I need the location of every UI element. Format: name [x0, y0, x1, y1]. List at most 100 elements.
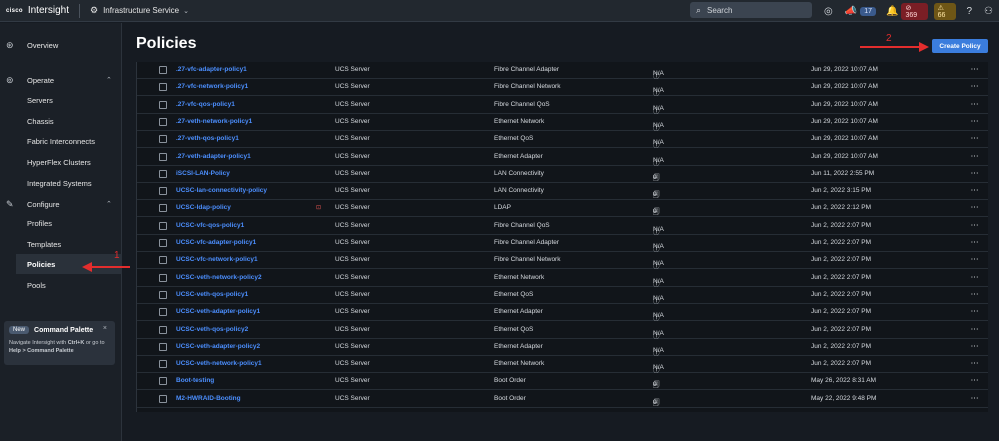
row-checkbox[interactable]	[159, 117, 167, 126]
table-row[interactable]: UCSC-veth-network-policy2 UCS Server Ether…	[137, 270, 988, 288]
row-actions-menu-icon[interactable]: ···	[971, 326, 979, 333]
sidebar-item-chassis[interactable]: Chassis	[0, 111, 122, 131]
policy-name-link[interactable]: UCSC-ldap-policy	[176, 204, 231, 211]
row-actions-menu-icon[interactable]: ···	[971, 153, 979, 160]
announcements-badge[interactable]: 17	[860, 6, 876, 16]
row-actions-menu-icon[interactable]: ···	[971, 187, 979, 194]
policy-name-link[interactable]: Boot-testing	[176, 377, 214, 384]
row-checkbox[interactable]	[159, 83, 167, 92]
command-palette-card[interactable]: New Command Palette × Navigate Intersigh…	[4, 321, 115, 365]
policy-name-link[interactable]: .27-vfc-adapter-policy1	[176, 66, 247, 73]
table-row[interactable]: UCSC-veth-adapter-policy2 UCS Server Ether…	[137, 339, 988, 357]
row-actions-menu-icon[interactable]: ···	[971, 222, 979, 229]
logo[interactable]: cisco Intersight	[6, 5, 69, 16]
table-row[interactable]: UCSC-vfc-qos-policy1 UCS Server Fibre Chan…	[137, 218, 988, 236]
row-actions-menu-icon[interactable]: ···	[971, 360, 979, 367]
table-row[interactable]: UCSC-vfc-adapter-policy1 UCS Server Fibre …	[137, 235, 988, 253]
row-checkbox[interactable]	[159, 66, 167, 74]
row-checkbox[interactable]	[159, 100, 167, 109]
policy-name-link[interactable]: .27-vfc-network-policy1	[176, 83, 248, 90]
row-actions-menu-icon[interactable]: ···	[971, 291, 979, 298]
service-selector[interactable]: ⚙ Infrastructure Service ⌄	[90, 5, 189, 16]
table-row[interactable]: UCSC-veth-network-policy1 UCS Server Ether…	[137, 356, 988, 374]
search-input[interactable]: ⌕ Search	[690, 2, 812, 18]
row-checkbox[interactable]	[159, 135, 167, 144]
table-row[interactable]: iSCSI-LAN-Policy UCS Server LAN Connectivi…	[137, 166, 988, 183]
row-actions-menu-icon[interactable]: ···	[971, 377, 979, 384]
row-actions-menu-icon[interactable]: ···	[971, 170, 979, 177]
policy-name-link[interactable]: .27-veth-qos-policy1	[176, 135, 239, 142]
row-checkbox[interactable]	[159, 256, 167, 265]
row-actions-menu-icon[interactable]: ···	[971, 256, 979, 263]
table-row[interactable]: .27-veth-qos-policy1 UCS Server Ethernet Q…	[137, 131, 988, 149]
sidebar-item-integrated-systems[interactable]: Integrated Systems	[0, 173, 122, 193]
row-checkbox[interactable]	[159, 308, 167, 317]
table-row[interactable]: UCSC-veth-qos-policy2 UCS Server Ethernet …	[137, 322, 988, 340]
critical-alarms-badge[interactable]: ⊘ 369	[901, 2, 928, 20]
sidebar-item-hyperflex-clusters[interactable]: HyperFlex Clusters	[0, 152, 122, 172]
row-checkbox[interactable]	[159, 360, 167, 369]
table-row[interactable]: .27-vfc-network-policy1 UCS Server Fibre C…	[137, 79, 988, 97]
announcements-icon[interactable]: 📣	[845, 6, 857, 17]
row-checkbox[interactable]	[159, 290, 167, 299]
row-actions-menu-icon[interactable]: ···	[971, 135, 979, 142]
row-actions-menu-icon[interactable]: ···	[971, 118, 979, 125]
sidebar-item-templates[interactable]: Templates	[0, 234, 122, 254]
row-actions-menu-icon[interactable]: ···	[971, 239, 979, 246]
policy-name-link[interactable]: M2-HWRAID-Booting	[176, 395, 241, 402]
row-checkbox[interactable]	[159, 239, 167, 247]
table-row[interactable]: Boot-testing UCS Server Boot Order 0 🗐 May 2…	[137, 373, 988, 391]
row-checkbox[interactable]	[159, 204, 167, 213]
warning-alarms-badge[interactable]: ⚠ 66	[933, 2, 957, 20]
policy-name-link[interactable]: UCSC-veth-network-policy1	[176, 360, 262, 367]
row-actions-menu-icon[interactable]: ···	[971, 83, 979, 90]
policy-name-link[interactable]: UCSC-veth-adapter-policy1	[176, 308, 260, 315]
sidebar-item-profiles[interactable]: Profiles	[0, 213, 122, 233]
policy-name-link[interactable]: .27-veth-adapter-policy1	[176, 153, 251, 160]
row-actions-menu-icon[interactable]: ···	[971, 308, 979, 315]
table-row[interactable]: UCSC-vfc-network-policy1 UCS Server Fibre …	[137, 252, 988, 270]
policy-name-link[interactable]: iSCSI-LAN-Policy	[176, 170, 230, 177]
row-actions-menu-icon[interactable]: ···	[971, 343, 979, 350]
sidebar-item-overview[interactable]: ⊛ Overview	[0, 35, 122, 55]
table-row[interactable]: .27-vfc-adapter-policy1 UCS Server Fibre C…	[137, 62, 988, 80]
policy-name-link[interactable]: UCSC-veth-qos-policy1	[176, 291, 248, 298]
sidebar-group-configure[interactable]: ✎ Configure ⌃	[0, 194, 122, 214]
row-actions-menu-icon[interactable]: ···	[971, 66, 979, 73]
row-checkbox[interactable]	[159, 394, 167, 403]
table-row[interactable]: .27-veth-adapter-policy1 UCS Server Ethern…	[137, 149, 988, 167]
policy-name-link[interactable]: UCSC-lan-connectivity-policy	[176, 187, 267, 194]
policy-name-link[interactable]: UCSC-veth-qos-policy2	[176, 326, 248, 333]
table-row[interactable]: UCSC-veth-adapter-policy1 UCS Server Ether…	[137, 304, 988, 322]
table-row[interactable]: .27-vfc-qos-policy1 UCS Server Fibre Chann…	[137, 97, 988, 115]
row-checkbox[interactable]	[159, 187, 167, 196]
report-icon[interactable]: 🗐	[653, 399, 660, 410]
tasks-icon[interactable]: ◎	[824, 6, 833, 17]
help-icon[interactable]: ?	[966, 6, 972, 17]
table-row[interactable]: UCSC-veth-qos-policy1 UCS Server Ethernet …	[137, 287, 988, 305]
row-checkbox[interactable]	[159, 342, 167, 351]
user-icon[interactable]: ⚇	[984, 6, 993, 17]
table-row[interactable]: .27-veth-network-policy1 UCS Server Ethern…	[137, 114, 988, 132]
row-checkbox[interactable]	[159, 169, 167, 178]
table-row[interactable]: UCSC-lan-connectivity-policy UCS Server LA…	[137, 183, 988, 201]
row-actions-menu-icon[interactable]: ···	[971, 274, 979, 281]
row-actions-menu-icon[interactable]: ···	[971, 395, 979, 402]
sidebar-item-pools[interactable]: Pools	[0, 275, 122, 295]
row-actions-menu-icon[interactable]: ···	[971, 101, 979, 108]
table-row[interactable]: UCSC-ldap-policy ⊡ UCS Server LDAP 0 🗐 Jun 2,…	[137, 200, 988, 218]
sidebar-item-fabric-interconnects[interactable]: Fabric Interconnects	[0, 131, 122, 151]
create-policy-button[interactable]: Create Policy	[932, 39, 988, 53]
row-checkbox[interactable]	[159, 273, 167, 282]
policy-name-link[interactable]: UCSC-vfc-adapter-policy1	[176, 239, 256, 246]
policy-name-link[interactable]: UCSC-vfc-network-policy1	[176, 256, 258, 263]
row-actions-menu-icon[interactable]: ···	[971, 204, 979, 211]
policy-name-link[interactable]: UCSC-veth-adapter-policy2	[176, 343, 260, 350]
sidebar-group-operate[interactable]: ⊚ Operate ⌃	[0, 70, 122, 90]
policy-name-link[interactable]: UCSC-veth-network-policy2	[176, 274, 262, 281]
close-icon[interactable]: ×	[103, 325, 107, 332]
policy-name-link[interactable]: .27-veth-network-policy1	[176, 118, 252, 125]
bell-icon[interactable]: 🔔	[886, 6, 898, 17]
sidebar-item-servers[interactable]: Servers	[0, 90, 122, 110]
row-checkbox[interactable]	[159, 152, 167, 161]
